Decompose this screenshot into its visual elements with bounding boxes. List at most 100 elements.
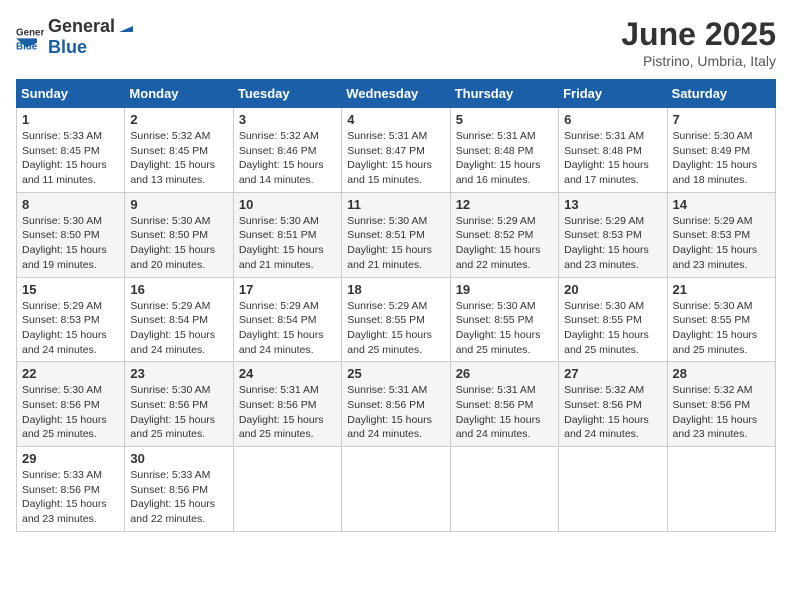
logo-icon: General Blue <box>16 23 44 51</box>
calendar-day-cell: 8 Sunrise: 5:30 AMSunset: 8:50 PMDayligh… <box>17 192 125 277</box>
calendar-day-cell: 25 Sunrise: 5:31 AMSunset: 8:56 PMDaylig… <box>342 362 450 447</box>
day-info: Sunrise: 5:30 AMSunset: 8:49 PMDaylight:… <box>673 129 770 188</box>
header-sunday: Sunday <box>17 80 125 108</box>
day-number: 14 <box>673 197 770 212</box>
day-info: Sunrise: 5:30 AMSunset: 8:56 PMDaylight:… <box>130 383 227 442</box>
calendar-day-cell: 7 Sunrise: 5:30 AMSunset: 8:49 PMDayligh… <box>667 108 775 193</box>
calendar-day-cell: 29 Sunrise: 5:33 AMSunset: 8:56 PMDaylig… <box>17 447 125 532</box>
calendar-day-cell: 9 Sunrise: 5:30 AMSunset: 8:50 PMDayligh… <box>125 192 233 277</box>
day-number: 9 <box>130 197 227 212</box>
day-number: 10 <box>239 197 336 212</box>
calendar-day-cell: 16 Sunrise: 5:29 AMSunset: 8:54 PMDaylig… <box>125 277 233 362</box>
logo-general: General <box>48 16 115 37</box>
day-number: 17 <box>239 282 336 297</box>
calendar-day-cell: 20 Sunrise: 5:30 AMSunset: 8:55 PMDaylig… <box>559 277 667 362</box>
calendar-day-cell: 15 Sunrise: 5:29 AMSunset: 8:53 PMDaylig… <box>17 277 125 362</box>
calendar-day-cell: 12 Sunrise: 5:29 AMSunset: 8:52 PMDaylig… <box>450 192 558 277</box>
calendar-week-row: 29 Sunrise: 5:33 AMSunset: 8:56 PMDaylig… <box>17 447 776 532</box>
day-info: Sunrise: 5:33 AMSunset: 8:56 PMDaylight:… <box>130 468 227 527</box>
day-number: 6 <box>564 112 661 127</box>
calendar-day-cell: 11 Sunrise: 5:30 AMSunset: 8:51 PMDaylig… <box>342 192 450 277</box>
logo: General Blue General Blue <box>16 16 135 58</box>
day-number: 24 <box>239 366 336 381</box>
calendar-header-row: Sunday Monday Tuesday Wednesday Thursday… <box>17 80 776 108</box>
day-info: Sunrise: 5:30 AMSunset: 8:50 PMDaylight:… <box>130 214 227 273</box>
day-number: 26 <box>456 366 553 381</box>
location-title: Pistrino, Umbria, Italy <box>621 53 776 69</box>
day-info: Sunrise: 5:29 AMSunset: 8:54 PMDaylight:… <box>239 299 336 358</box>
calendar-day-cell: 14 Sunrise: 5:29 AMSunset: 8:53 PMDaylig… <box>667 192 775 277</box>
day-info: Sunrise: 5:32 AMSunset: 8:46 PMDaylight:… <box>239 129 336 188</box>
header-wednesday: Wednesday <box>342 80 450 108</box>
day-info: Sunrise: 5:30 AMSunset: 8:50 PMDaylight:… <box>22 214 119 273</box>
header-tuesday: Tuesday <box>233 80 341 108</box>
calendar-week-row: 8 Sunrise: 5:30 AMSunset: 8:50 PMDayligh… <box>17 192 776 277</box>
calendar-day-cell <box>342 447 450 532</box>
calendar-day-cell: 18 Sunrise: 5:29 AMSunset: 8:55 PMDaylig… <box>342 277 450 362</box>
calendar-week-row: 15 Sunrise: 5:29 AMSunset: 8:53 PMDaylig… <box>17 277 776 362</box>
day-info: Sunrise: 5:32 AMSunset: 8:56 PMDaylight:… <box>673 383 770 442</box>
day-number: 8 <box>22 197 119 212</box>
calendar-day-cell: 27 Sunrise: 5:32 AMSunset: 8:56 PMDaylig… <box>559 362 667 447</box>
day-number: 21 <box>673 282 770 297</box>
header-friday: Friday <box>559 80 667 108</box>
day-info: Sunrise: 5:30 AMSunset: 8:51 PMDaylight:… <box>347 214 444 273</box>
page-header: General Blue General Blue June 2025 Pist… <box>16 16 776 69</box>
day-number: 5 <box>456 112 553 127</box>
day-info: Sunrise: 5:29 AMSunset: 8:53 PMDaylight:… <box>22 299 119 358</box>
day-number: 1 <box>22 112 119 127</box>
calendar-day-cell: 24 Sunrise: 5:31 AMSunset: 8:56 PMDaylig… <box>233 362 341 447</box>
day-number: 13 <box>564 197 661 212</box>
day-info: Sunrise: 5:29 AMSunset: 8:53 PMDaylight:… <box>564 214 661 273</box>
day-number: 19 <box>456 282 553 297</box>
calendar-day-cell: 30 Sunrise: 5:33 AMSunset: 8:56 PMDaylig… <box>125 447 233 532</box>
calendar-day-cell: 2 Sunrise: 5:32 AMSunset: 8:45 PMDayligh… <box>125 108 233 193</box>
svg-text:General: General <box>16 28 44 39</box>
day-info: Sunrise: 5:31 AMSunset: 8:47 PMDaylight:… <box>347 129 444 188</box>
day-info: Sunrise: 5:32 AMSunset: 8:45 PMDaylight:… <box>130 129 227 188</box>
day-number: 15 <box>22 282 119 297</box>
calendar-day-cell: 28 Sunrise: 5:32 AMSunset: 8:56 PMDaylig… <box>667 362 775 447</box>
day-info: Sunrise: 5:30 AMSunset: 8:56 PMDaylight:… <box>22 383 119 442</box>
day-info: Sunrise: 5:33 AMSunset: 8:56 PMDaylight:… <box>22 468 119 527</box>
logo-triangle-icon <box>117 18 135 36</box>
calendar-day-cell: 21 Sunrise: 5:30 AMSunset: 8:55 PMDaylig… <box>667 277 775 362</box>
calendar-day-cell: 17 Sunrise: 5:29 AMSunset: 8:54 PMDaylig… <box>233 277 341 362</box>
calendar-day-cell: 13 Sunrise: 5:29 AMSunset: 8:53 PMDaylig… <box>559 192 667 277</box>
day-number: 29 <box>22 451 119 466</box>
day-info: Sunrise: 5:29 AMSunset: 8:53 PMDaylight:… <box>673 214 770 273</box>
logo-blue: Blue <box>48 37 87 57</box>
calendar-week-row: 22 Sunrise: 5:30 AMSunset: 8:56 PMDaylig… <box>17 362 776 447</box>
day-info: Sunrise: 5:30 AMSunset: 8:55 PMDaylight:… <box>456 299 553 358</box>
calendar-day-cell: 10 Sunrise: 5:30 AMSunset: 8:51 PMDaylig… <box>233 192 341 277</box>
day-info: Sunrise: 5:31 AMSunset: 8:56 PMDaylight:… <box>239 383 336 442</box>
day-info: Sunrise: 5:31 AMSunset: 8:56 PMDaylight:… <box>347 383 444 442</box>
calendar-day-cell: 5 Sunrise: 5:31 AMSunset: 8:48 PMDayligh… <box>450 108 558 193</box>
calendar-day-cell <box>450 447 558 532</box>
calendar-day-cell: 19 Sunrise: 5:30 AMSunset: 8:55 PMDaylig… <box>450 277 558 362</box>
day-number: 7 <box>673 112 770 127</box>
calendar-day-cell: 22 Sunrise: 5:30 AMSunset: 8:56 PMDaylig… <box>17 362 125 447</box>
calendar-day-cell <box>559 447 667 532</box>
month-title: June 2025 <box>621 16 776 53</box>
calendar-day-cell: 4 Sunrise: 5:31 AMSunset: 8:47 PMDayligh… <box>342 108 450 193</box>
header-monday: Monday <box>125 80 233 108</box>
calendar-day-cell: 1 Sunrise: 5:33 AMSunset: 8:45 PMDayligh… <box>17 108 125 193</box>
day-info: Sunrise: 5:31 AMSunset: 8:48 PMDaylight:… <box>456 129 553 188</box>
calendar-title-area: June 2025 Pistrino, Umbria, Italy <box>621 16 776 69</box>
day-number: 2 <box>130 112 227 127</box>
svg-text:Blue: Blue <box>16 42 38 51</box>
day-info: Sunrise: 5:31 AMSunset: 8:56 PMDaylight:… <box>456 383 553 442</box>
calendar-day-cell: 6 Sunrise: 5:31 AMSunset: 8:48 PMDayligh… <box>559 108 667 193</box>
day-number: 25 <box>347 366 444 381</box>
calendar-day-cell: 26 Sunrise: 5:31 AMSunset: 8:56 PMDaylig… <box>450 362 558 447</box>
calendar-day-cell <box>233 447 341 532</box>
day-number: 16 <box>130 282 227 297</box>
calendar-day-cell <box>667 447 775 532</box>
day-number: 27 <box>564 366 661 381</box>
day-number: 4 <box>347 112 444 127</box>
day-info: Sunrise: 5:33 AMSunset: 8:45 PMDaylight:… <box>22 129 119 188</box>
day-number: 12 <box>456 197 553 212</box>
day-number: 23 <box>130 366 227 381</box>
day-number: 20 <box>564 282 661 297</box>
